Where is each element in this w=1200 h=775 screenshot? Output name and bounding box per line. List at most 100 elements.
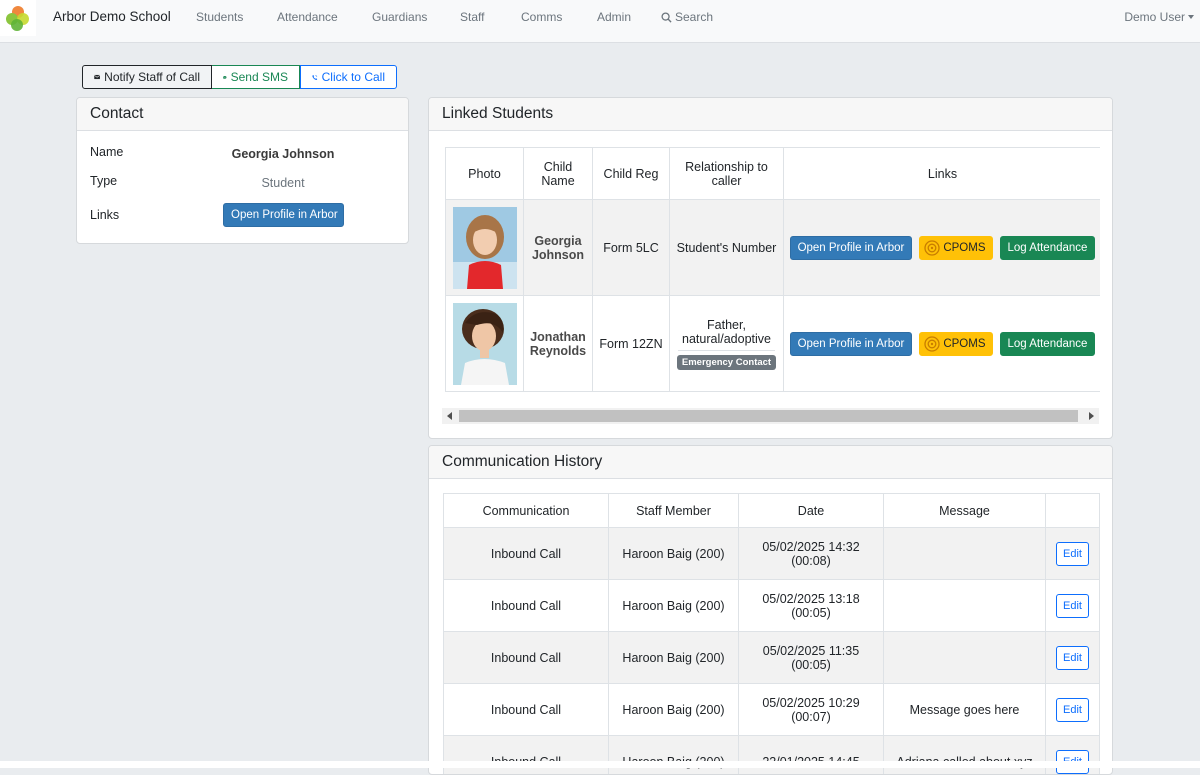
nav-admin[interactable]: Admin [597,10,631,24]
edit-button[interactable]: Edit [1056,646,1089,670]
table-row: Inbound Call Haroon Baig (200) 05/02/202… [444,684,1100,736]
nav-search[interactable]: Search [661,10,713,24]
contact-type-value: Student [222,176,344,190]
contact-name-label: Name [90,145,123,159]
history-message [884,632,1046,684]
user-name: Demo User [1124,10,1185,24]
cpoms-button[interactable]: CPOMS [919,236,992,260]
history-actions: Edit [1046,684,1100,736]
table-row: Inbound Call Haroon Baig (200) 05/02/202… [444,580,1100,632]
student-photo-cell [446,200,524,296]
user-menu[interactable]: Demo User [1124,10,1194,24]
col-links: Links [784,148,1101,200]
phone-icon [312,72,318,83]
history-type: Inbound Call [444,684,609,736]
linked-students-table-wrapper: Photo Child Name Child Reg Relationship … [445,147,1100,392]
history-type: Inbound Call [444,736,609,775]
col-photo: Photo [446,148,524,200]
school-logo[interactable] [0,0,36,36]
scroll-left-icon[interactable] [447,412,452,420]
history-date: 05/02/2025 10:29 [743,696,879,710]
contact-type-label: Type [90,174,117,188]
communication-history-table: Communication Staff Member Date Message … [443,493,1100,775]
col-child-name: Child Name [524,148,593,200]
history-actions: Edit [1046,528,1100,580]
col-date: Date [739,494,884,528]
table-row: Jonathan Reynolds Form 12ZN Father, natu… [446,296,1101,392]
student-relationship-cell: Father, natural/adoptive Emergency Conta… [670,296,784,392]
contact-card-title: Contact [77,98,408,131]
contact-open-profile-button[interactable]: Open Profile in Arbor [223,203,344,227]
notify-staff-label: Notify Staff of Call [104,66,200,88]
student-photo-georgia [453,207,517,289]
history-staff: Haroon Baig (200) [609,580,739,632]
student-reg: Form 12ZN [593,296,670,392]
student-name: Georgia Johnson [524,200,593,296]
history-actions: Edit [1046,736,1100,775]
chat-icon [223,72,227,83]
open-profile-button[interactable]: Open Profile in Arbor [790,332,913,356]
student-photo-cell [446,296,524,392]
nav-attendance[interactable]: Attendance [277,10,338,24]
table-row: Georgia Johnson Form 5LC Student's Numbe… [446,200,1101,296]
scroll-right-icon[interactable] [1089,412,1094,420]
open-profile-button[interactable]: Open Profile in Arbor [790,236,913,260]
notify-staff-button[interactable]: Notify Staff of Call [82,65,212,89]
student-relationship: Student's Number [670,200,784,296]
student-links: Open Profile in Arbor CPOMS Log Attendan… [784,296,1101,392]
history-actions: Edit [1046,580,1100,632]
history-date-cell: 05/02/2025 11:35(00:05) [739,632,884,684]
col-relationship: Relationship to caller [670,148,784,200]
table-row: Inbound Call Haroon Baig (200) 22/01/202… [444,736,1100,775]
send-sms-button[interactable]: Send SMS [212,65,300,89]
linked-students-header-row: Photo Child Name Child Reg Relationship … [446,148,1101,200]
search-icon [661,12,672,23]
history-staff: Haroon Baig (200) [609,736,739,775]
edit-button[interactable]: Edit [1056,698,1089,722]
relationship-divider [678,350,775,351]
history-date: 05/02/2025 14:32 [743,540,879,554]
student-relationship: Father, natural/adoptive [674,318,779,346]
brand-name[interactable]: Arbor Demo School [53,9,171,24]
cpoms-button[interactable]: CPOMS [919,332,992,356]
student-links: Open Profile in Arbor CPOMS Log Attendan… [784,200,1101,296]
student-photo-jonathan [453,303,517,385]
history-date: 05/02/2025 11:35 [743,644,879,658]
log-attendance-button[interactable]: Log Attendance [1000,332,1096,356]
emergency-contact-badge: Emergency Contact [677,355,776,370]
viewport-bottom-edge [0,761,1200,768]
log-attendance-button[interactable]: Log Attendance [1000,236,1096,260]
student-reg: Form 5LC [593,200,670,296]
edit-button[interactable]: Edit [1056,594,1089,618]
cpoms-label: CPOMS [943,237,985,259]
history-header-row: Communication Staff Member Date Message [444,494,1100,528]
nav-comms[interactable]: Comms [521,10,562,24]
click-to-call-button[interactable]: Click to Call [300,65,397,89]
history-actions: Edit [1046,632,1100,684]
nav-search-label: Search [675,10,713,24]
history-date-cell: 22/01/2025 14:45 [739,736,884,775]
student-name: Jonathan Reynolds [524,296,593,392]
history-type: Inbound Call [444,632,609,684]
history-staff: Haroon Baig (200) [609,632,739,684]
col-child-reg: Child Reg [593,148,670,200]
cpoms-logo-icon [924,336,940,352]
col-actions [1046,494,1100,528]
call-actions-group: Notify Staff of Call Send SMS Click to C… [82,65,397,89]
history-date: 05/02/2025 13:18 [743,592,879,606]
scrollbar-thumb[interactable] [459,410,1078,422]
send-sms-label: Send SMS [231,66,288,88]
nav-staff[interactable]: Staff [460,10,484,24]
nav-guardians[interactable]: Guardians [372,10,427,24]
edit-button[interactable]: Edit [1056,542,1089,566]
contact-links-label: Links [90,208,119,222]
horizontal-scrollbar[interactable] [442,408,1099,424]
history-date-cell: 05/02/2025 14:32(00:08) [739,528,884,580]
history-type: Inbound Call [444,528,609,580]
cpoms-logo-icon [924,240,940,256]
cpoms-label: CPOMS [943,333,985,355]
envelope-icon [94,72,100,82]
table-row: Inbound Call Haroon Baig (200) 05/02/202… [444,632,1100,684]
nav-students[interactable]: Students [196,10,243,24]
history-message [884,528,1046,580]
